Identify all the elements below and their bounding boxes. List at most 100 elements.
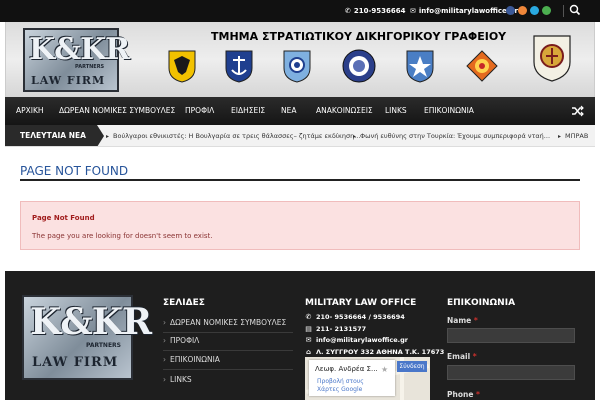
- footer-logo-letters: K&KR: [30, 301, 152, 343]
- twitter-icon[interactable]: [530, 6, 539, 15]
- nav-item-home[interactable]: ΑΡΧΙΚΗ: [16, 97, 44, 125]
- map-view-link[interactable]: Προβολή στους Χάρτες Google: [317, 378, 367, 394]
- search-icon[interactable]: [569, 3, 581, 17]
- printer-icon: ▤: [305, 325, 312, 333]
- email-label: Email *: [447, 352, 477, 361]
- required-mark: *: [472, 352, 477, 361]
- ticker-label: ΤΕΛΕΥΤΑΙΑ ΝΕΑ: [5, 125, 104, 146]
- title-divider: [20, 179, 580, 181]
- ticker-item-text: Φωνή ευθύνης στην Τουρκία: Έχουμε συμπερ…: [360, 132, 551, 140]
- name-field[interactable]: [447, 328, 575, 343]
- navy-emblem-icon: [225, 50, 253, 83]
- nav-item-links[interactable]: LINKS: [385, 97, 407, 125]
- footer-link-links[interactable]: › LINKS: [163, 375, 192, 384]
- nav-item-contact[interactable]: ΕΠΙΚΟΙΝΩΝΙΑ: [424, 97, 474, 125]
- shuffle-icon[interactable]: [571, 105, 584, 117]
- rss-icon[interactable]: [518, 6, 527, 15]
- logo-partners: PARTNERS: [75, 64, 105, 70]
- police-emblem-icon: [342, 49, 376, 83]
- nav-item-free-legal-advice[interactable]: ΔΩΡΕΑΝ ΝΟΜΙΚΕΣ ΣΥΜΒΟΥΛΕΣ: [59, 97, 175, 125]
- phone-icon: ✆: [305, 313, 312, 321]
- footer-logo-firm: LAW FIRM: [32, 355, 119, 370]
- footer-fax: ▤ 211- 2131577: [305, 325, 366, 333]
- required-mark: *: [473, 316, 478, 325]
- topbar-phone[interactable]: ✆ 210-9536664: [345, 0, 406, 22]
- ticker-arrow-icon: ▸: [558, 133, 562, 140]
- map-marker-icon: ⌂: [305, 348, 311, 356]
- footer-link-contact[interactable]: › ΕΠΙΚΟΙΝΩΝΙΑ: [163, 355, 220, 364]
- footer-link-profile[interactable]: › ΠΡΟΦΙΛ: [163, 336, 199, 345]
- envelope-icon: ✉: [410, 7, 416, 15]
- ticker-item-text: ΜΠΡΑΒ: [565, 132, 589, 140]
- alert-message: The page you are looking for doesn't see…: [32, 232, 213, 240]
- email-icon[interactable]: [542, 6, 551, 15]
- footer-link-divider: [163, 332, 293, 333]
- footer-link-label: ΔΩΡΕΑΝ ΝΟΜΙΚΕΣ ΣΥΜΒΟΥΛΕΣ: [170, 318, 287, 327]
- map-place-name: Λεωφ. Ανδρέα Σ...: [315, 365, 378, 373]
- ticker-arrow-icon: ▸: [353, 133, 357, 140]
- topbar-phone-text: 210-9536664: [353, 7, 406, 15]
- email-label-text: Email: [447, 352, 471, 361]
- ticker-item[interactable]: ▸ Φωνή ευθύνης στην Τουρκία: Έχουμε συμπε…: [353, 125, 551, 146]
- map-place-card: Λεωφ. Ανδρέα Σ... ★ Προβολή στους Χάρτες…: [309, 360, 395, 396]
- airforce-emblem-icon: [283, 50, 311, 83]
- footer-email-text: info@militarylawoffice.gr: [316, 336, 408, 344]
- ticker-item-text: Βούλγαροι εθνικιστές: Η Βουλγαρία σε τρε…: [113, 132, 361, 140]
- footer-office-title: MILITARY LAW OFFICE: [305, 298, 417, 308]
- envelope-icon: ✉: [305, 336, 312, 344]
- footer-link-label: ΠΡΟΦΙΛ: [170, 336, 200, 345]
- nav-item-news[interactable]: ΕΙΔΗΣΕΙΣ: [231, 97, 265, 125]
- phone-label: Phone *: [447, 390, 480, 399]
- footer-logo-partners: PARTNERS: [86, 342, 121, 349]
- chevron-right-icon: ›: [163, 318, 166, 327]
- top-bar: ✆ 210-9536664 ✉ info@militarylawoffice.g…: [0, 0, 600, 22]
- error-alert: Page Not Found The page you are looking …: [20, 201, 580, 250]
- chevron-right-icon: ›: [163, 336, 166, 345]
- footer-link-label: ΕΠΙΚΟΙΝΩΝΙΑ: [170, 355, 220, 364]
- footer-phone-text: 210- 9536664 / 9536694: [316, 313, 405, 321]
- phone-icon: ✆: [345, 7, 351, 15]
- army-emblem-icon: [168, 50, 196, 83]
- ticker-item[interactable]: ▸ ΜΠΡΑΒ: [558, 125, 589, 146]
- nav-item-announcements[interactable]: ΑΝΑΚΟΙΝΩΣΕΙΣ: [316, 97, 373, 125]
- footer-phone[interactable]: ✆ 210- 9536664 / 9536694: [305, 313, 405, 321]
- general-staff-emblem-icon: [406, 50, 434, 83]
- footer-pages-title: ΣΕΛΙΔΕΣ: [163, 298, 205, 308]
- main-nav: ΑΡΧΙΚΗ ΔΩΡΕΑΝ ΝΟΜΙΚΕΣ ΣΥΜΒΟΥΛΕΣ ΠΡΟΦΙΛ Ε…: [5, 97, 595, 125]
- google-map[interactable]: Λεωφ. Ανδρέα Σ... ★ Προβολή στους Χάρτες…: [305, 357, 430, 400]
- topbar-divider: [563, 5, 564, 17]
- map-signin-button[interactable]: Σύνδεση: [397, 361, 427, 372]
- site-logo[interactable]: K&KR PARTNERS LAW FIRM: [23, 28, 130, 92]
- footer-email[interactable]: ✉ info@militarylawoffice.gr: [305, 336, 408, 344]
- military-justice-emblem-icon: [533, 35, 571, 82]
- facebook-icon[interactable]: [506, 6, 515, 15]
- footer-contact-title: ΕΠΙΚΟΙΝΩΝΙΑ: [447, 298, 516, 308]
- email-field[interactable]: [447, 365, 575, 380]
- ticker-arrow-icon: ▸: [106, 133, 110, 140]
- nav-item-profile[interactable]: ΠΡΟΦΙΛ: [185, 97, 214, 125]
- chevron-right-icon: ›: [163, 375, 166, 384]
- footer-logo[interactable]: K&KR PARTNERS LAW FIRM: [22, 295, 152, 380]
- ticker-item[interactable]: ▸ Βούλγαροι εθνικιστές: Η Βουλγαρία σε τρ…: [106, 125, 361, 146]
- footer-address-text: Λ. ΣΥΓΓΡΟΥ 332 ΑΘΗΝΑ Τ.Κ. 17673: [316, 348, 445, 356]
- required-mark: *: [476, 390, 480, 399]
- footer-link-free-legal-advice[interactable]: › ΔΩΡΕΑΝ ΝΟΜΙΚΕΣ ΣΥΜΒΟΥΛΕΣ: [163, 318, 286, 327]
- site-header: K&KR PARTNERS LAW FIRM ΤΜΗΜΑ ΣΤΡΑΤΙΩΤΙΚΟ…: [5, 22, 595, 97]
- logo-firm: LAW FIRM: [31, 74, 106, 87]
- social-links: [506, 6, 551, 15]
- logo-letters: K&KR: [29, 32, 130, 67]
- topbar-email[interactable]: ✉ info@militarylawoffice.gr: [410, 0, 518, 22]
- chevron-right-icon: ›: [163, 355, 166, 364]
- nav-item-latest[interactable]: ΝΕΑ: [281, 97, 296, 125]
- page-title: PAGE NOT FOUND: [20, 164, 129, 178]
- star-icon[interactable]: ★: [381, 365, 388, 374]
- phone-label-text: Phone: [447, 390, 474, 399]
- alert-title: Page Not Found: [32, 214, 95, 222]
- footer-link-divider: [163, 369, 293, 370]
- footer-link-divider: [163, 350, 293, 351]
- footer-address: ⌂ Λ. ΣΥΓΓΡΟΥ 332 ΑΘΗΝΑ Τ.Κ. 17673: [305, 348, 444, 356]
- news-ticker: ΤΕΛΕΥΤΑΙΑ ΝΕΑ ▸ Βούλγαροι εθνικιστές: Η Β…: [5, 125, 595, 147]
- header-title: ΤΜΗΜΑ ΣΤΡΑΤΙΩΤΙΚΟΥ ΔΙΚΗΓΟΡΙΚΟΥ ΓΡΑΦΕΙΟΥ: [211, 30, 507, 43]
- footer-fax-text: 211- 2131577: [316, 325, 367, 333]
- topbar-email-text: info@militarylawoffice.gr: [418, 7, 518, 15]
